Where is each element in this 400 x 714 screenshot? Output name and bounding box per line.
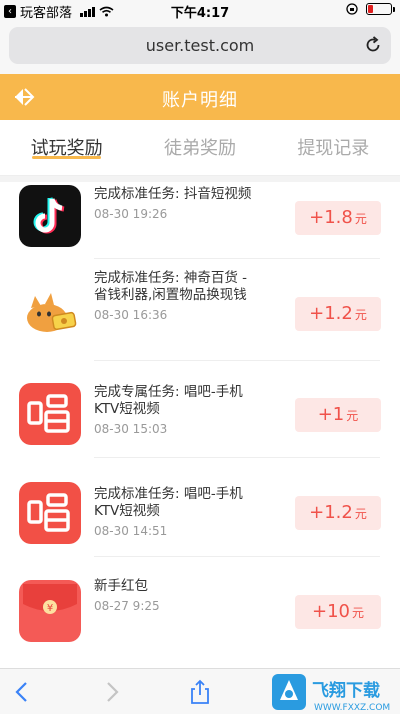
item-text: 完成标准任务: 抖音短视频 08-30 19:26 xyxy=(94,186,264,221)
item-date: 08-30 14:51 xyxy=(94,524,168,538)
list-item[interactable]: ¥ 新手红包 08-27 9:25 +10 元 xyxy=(0,576,400,656)
amount-value: +10 xyxy=(311,601,350,622)
item-text: 新手红包 08-27 9:25 xyxy=(94,578,264,613)
reward-amount: +1.8 元 xyxy=(295,201,381,235)
tab-bar: 试玩奖励 徒弟奖励 提现记录 xyxy=(0,120,400,176)
tab-apprentice-rewards[interactable]: 徒弟奖励 xyxy=(133,120,266,175)
tab-withdraw-records[interactable]: 提现记录 xyxy=(267,120,400,175)
battery-icon xyxy=(366,3,395,15)
item-title: 完成标准任务: 唱吧-手机KTV短视频 xyxy=(94,486,243,519)
share-icon[interactable] xyxy=(187,679,213,705)
red-envelope-icon: ¥ xyxy=(19,580,81,642)
amount-unit: 元 xyxy=(354,308,367,322)
item-date: 08-27 9:25 xyxy=(94,599,160,613)
amount-unit: 元 xyxy=(354,212,367,226)
changba-icon xyxy=(19,383,81,445)
status-bar: ‹ 玩客部落 下午4:17 xyxy=(0,0,400,21)
tiktok-icon xyxy=(19,185,81,247)
status-right xyxy=(346,3,395,15)
item-title: 完成标准任务: 神奇百货 - 省钱利器,闲置物品换现钱 xyxy=(94,270,248,303)
watermark-logo: 飞翔下载 WWW.FXXZ.COM xyxy=(272,674,390,713)
reward-amount: +1.2 元 xyxy=(295,297,381,331)
amount-unit: 元 xyxy=(346,409,359,423)
reward-amount: +1.2 元 xyxy=(295,496,381,530)
url-text: user.test.com xyxy=(145,36,255,55)
item-date: 08-30 15:03 xyxy=(94,422,168,436)
reload-icon[interactable] xyxy=(363,35,383,55)
reward-list: 完成标准任务: 抖音短视频 08-30 19:26 +1.8 元 完成标准任务: … xyxy=(0,182,400,668)
list-item[interactable]: 完成标准任务: 神奇百货 - 省钱利器,闲置物品换现钱 08-30 16:36 … xyxy=(0,266,400,358)
changba-icon xyxy=(19,482,81,544)
list-item[interactable]: 完成专属任务: 唱吧-手机KTV短视频 08-30 15:03 +1 元 xyxy=(0,378,400,458)
item-text: 完成专属任务: 唱吧-手机KTV短视频 08-30 15:03 xyxy=(94,384,264,436)
list-item[interactable]: 完成标准任务: 抖音短视频 08-30 19:26 +1.8 元 xyxy=(0,182,400,260)
watermark-text: 飞翔下载 xyxy=(312,680,380,701)
list-item[interactable]: 完成标准任务: 唱吧-手机KTV短视频 08-30 14:51 +1.2 元 xyxy=(0,476,400,558)
divider xyxy=(94,556,380,557)
app-header: 账户明细 xyxy=(0,74,400,120)
address-bar[interactable]: user.test.com xyxy=(9,27,391,64)
page-title: 账户明细 xyxy=(162,90,238,111)
divider xyxy=(94,258,380,259)
divider xyxy=(94,360,380,361)
browser-toolbar: user.test.com xyxy=(0,20,400,74)
reward-amount: +10 元 xyxy=(295,595,381,629)
amount-value: +1.2 xyxy=(309,303,353,324)
back-arrow-icon[interactable] xyxy=(10,679,36,705)
status-time: 下午4:17 xyxy=(170,6,230,21)
reward-amount: +1 元 xyxy=(295,398,381,432)
amount-value: +1.8 xyxy=(309,207,353,228)
amount-value: +1 xyxy=(317,404,345,425)
item-text: 完成标准任务: 神奇百货 - 省钱利器,闲置物品换现钱 08-30 16:36 xyxy=(94,270,264,322)
tab-trial-rewards[interactable]: 试玩奖励 xyxy=(0,120,133,175)
item-date: 08-30 16:36 xyxy=(94,308,168,322)
amount-value: +1.2 xyxy=(309,502,353,523)
amount-unit: 元 xyxy=(354,507,367,521)
item-title: 新手红包 xyxy=(94,578,148,594)
amount-unit: 元 xyxy=(351,606,364,620)
item-title: 完成标准任务: 抖音短视频 xyxy=(94,186,252,202)
item-text: 完成标准任务: 唱吧-手机KTV短视频 08-30 14:51 xyxy=(94,486,264,538)
item-date: 08-30 19:26 xyxy=(94,207,168,221)
svg-text:¥: ¥ xyxy=(47,603,53,614)
orientation-lock-icon xyxy=(346,3,358,15)
divider xyxy=(94,457,380,458)
item-title: 完成专属任务: 唱吧-手机KTV短视频 xyxy=(94,384,243,417)
forward-arrow-icon[interactable] xyxy=(98,679,124,705)
watermark-domain: WWW.FXXZ.COM xyxy=(314,703,390,713)
cat-money-icon xyxy=(19,280,81,342)
